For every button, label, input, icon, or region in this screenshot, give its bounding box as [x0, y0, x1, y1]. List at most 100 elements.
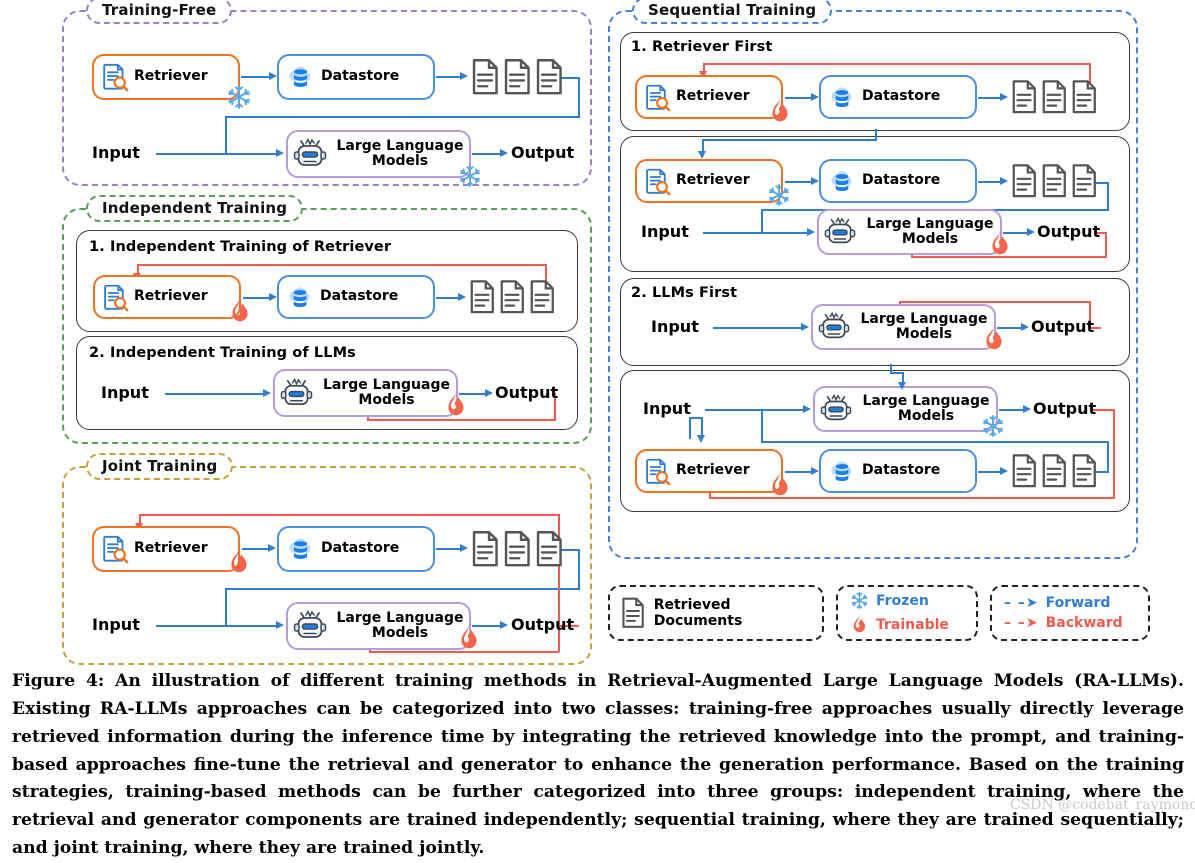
label-output: Output	[1037, 222, 1100, 241]
node-datastore[interactable]: Datastore	[819, 449, 977, 493]
frozen-icon	[226, 84, 252, 110]
group-independent-training: Independent Training 1. Independent Trai…	[62, 208, 592, 444]
panel-sequential-stage2: Retriever	[620, 136, 1130, 272]
frozen-icon	[767, 183, 791, 207]
frozen-icon	[458, 164, 482, 188]
label-output: Output	[511, 143, 574, 162]
legend-documents-label: Retrieved Documents	[654, 597, 822, 629]
caption-text: An illustration of different training me…	[12, 671, 1184, 858]
node-llm[interactable]: Large Language Models	[286, 130, 471, 178]
retriever-icon	[100, 534, 130, 564]
legend-status: Frozen Trainable	[836, 585, 978, 641]
trainable-icon	[850, 614, 869, 635]
legend-documents: Retrieved Documents	[608, 585, 824, 641]
llm-robot-icon	[818, 311, 850, 343]
document-icon	[1070, 79, 1098, 115]
figure-canvas: Training-Free Retriever	[0, 0, 1195, 660]
node-llm-label: Large Language Models	[327, 611, 469, 642]
node-retriever-label: Retriever	[130, 69, 208, 84]
node-datastore[interactable]: Datastore	[277, 526, 435, 572]
legend-frozen-label: Frozen	[876, 593, 929, 609]
node-datastore[interactable]: Datastore	[819, 75, 977, 119]
legend-trainable-row: Trainable	[850, 614, 949, 635]
document-icon	[1070, 453, 1098, 489]
node-datastore-label: Datastore	[317, 69, 399, 84]
node-datastore[interactable]: Datastore	[277, 54, 435, 100]
panel-title-retriever-first: 1. Retriever First	[631, 39, 772, 55]
retriever-icon	[643, 457, 672, 486]
document-icon	[1010, 79, 1038, 115]
node-datastore-label: Datastore	[317, 541, 399, 556]
document-icon	[1010, 453, 1038, 489]
group-title-sequential-training: Sequential Training	[632, 0, 832, 24]
node-datastore-label: Datastore	[858, 89, 940, 104]
node-llm[interactable]: Large Language Models	[286, 602, 471, 650]
node-llm-label: Large Language Models	[327, 139, 469, 170]
panel-llms-first: 2. LLMs First Input Large Language	[620, 278, 1130, 366]
figure-caption: Figure 4: An illustration of different t…	[12, 668, 1184, 863]
node-llm-label: Large Language Models	[852, 394, 996, 425]
label-input: Input	[641, 222, 689, 241]
panel-sequential-stage4: Input Large Language Models	[620, 370, 1130, 512]
datastore-icon	[827, 457, 858, 486]
document-icon	[534, 530, 564, 568]
watermark: CSDN @codebat_raymond	[1010, 797, 1195, 813]
trainable-icon	[769, 97, 791, 125]
panel-retriever-first: 1. Retriever First Retriever	[620, 32, 1130, 131]
node-retriever[interactable]: Retriever	[635, 159, 783, 203]
trainable-icon	[228, 548, 250, 576]
left-column: Training-Free Retriever	[62, 10, 592, 665]
panel-title-llms-first: 2. LLMs First	[631, 285, 737, 301]
datastore-icon	[285, 62, 317, 92]
node-retriever-label: Retriever	[130, 289, 208, 304]
label-output: Output	[495, 383, 558, 402]
legend-trainable-label: Trainable	[876, 617, 949, 633]
group-training-free: Training-Free Retriever	[62, 10, 592, 186]
trainable-icon	[445, 391, 467, 419]
node-llm[interactable]: Large Language Models	[811, 304, 996, 350]
node-llm-label: Large Language Models	[313, 378, 456, 409]
node-datastore[interactable]: Datastore	[277, 275, 435, 319]
node-retriever-label: Retriever	[672, 89, 750, 104]
label-output: Output	[1033, 399, 1096, 418]
backward-arrow-icon: – –➤	[1004, 615, 1039, 631]
llm-robot-icon	[293, 137, 327, 171]
node-retriever[interactable]: Retriever	[93, 275, 241, 319]
node-llm-label: Large Language Models	[856, 217, 1000, 248]
group-title-independent-training: Independent Training	[86, 195, 303, 222]
datastore-icon	[827, 83, 858, 112]
right-column: Sequential Training 1. Retriever First	[608, 10, 1138, 559]
legend-backward-row: – –➤ Backward	[1004, 615, 1123, 631]
document-icon	[470, 58, 500, 96]
legend-frozen-row: Frozen	[850, 591, 929, 610]
document-icon	[1070, 163, 1098, 199]
llm-robot-icon	[280, 377, 313, 410]
node-datastore-label: Datastore	[316, 289, 398, 304]
node-datastore[interactable]: Datastore	[819, 159, 977, 203]
group-sequential-training: Sequential Training 1. Retriever First	[608, 10, 1138, 559]
label-input: Input	[101, 383, 149, 402]
retrieved-documents	[470, 58, 564, 96]
label-input: Input	[651, 317, 699, 336]
retriever-icon	[100, 62, 130, 92]
llm-robot-icon	[824, 216, 856, 248]
retrieved-documents	[1010, 163, 1098, 199]
retrieved-documents	[470, 530, 564, 568]
label-input: Input	[643, 399, 691, 418]
node-llm[interactable]: Large Language Models	[817, 209, 1002, 255]
node-llm[interactable]: Large Language Models	[273, 369, 458, 417]
node-retriever[interactable]: Retriever	[635, 449, 783, 493]
datastore-icon	[285, 534, 317, 564]
document-icon	[1040, 453, 1068, 489]
frozen-icon	[981, 414, 1005, 438]
document-icon	[1040, 79, 1068, 115]
trainable-icon	[769, 471, 791, 499]
node-retriever[interactable]: Retriever	[92, 526, 240, 572]
document-icon	[1040, 163, 1068, 199]
document-icon	[534, 58, 564, 96]
node-llm[interactable]: Large Language Models	[813, 386, 998, 432]
node-retriever[interactable]: Retriever	[92, 54, 240, 100]
panel-title-independent-retriever: 1. Independent Training of Retriever	[89, 239, 391, 255]
node-retriever[interactable]: Retriever	[635, 75, 783, 119]
legend-backward-label: Backward	[1046, 615, 1123, 631]
